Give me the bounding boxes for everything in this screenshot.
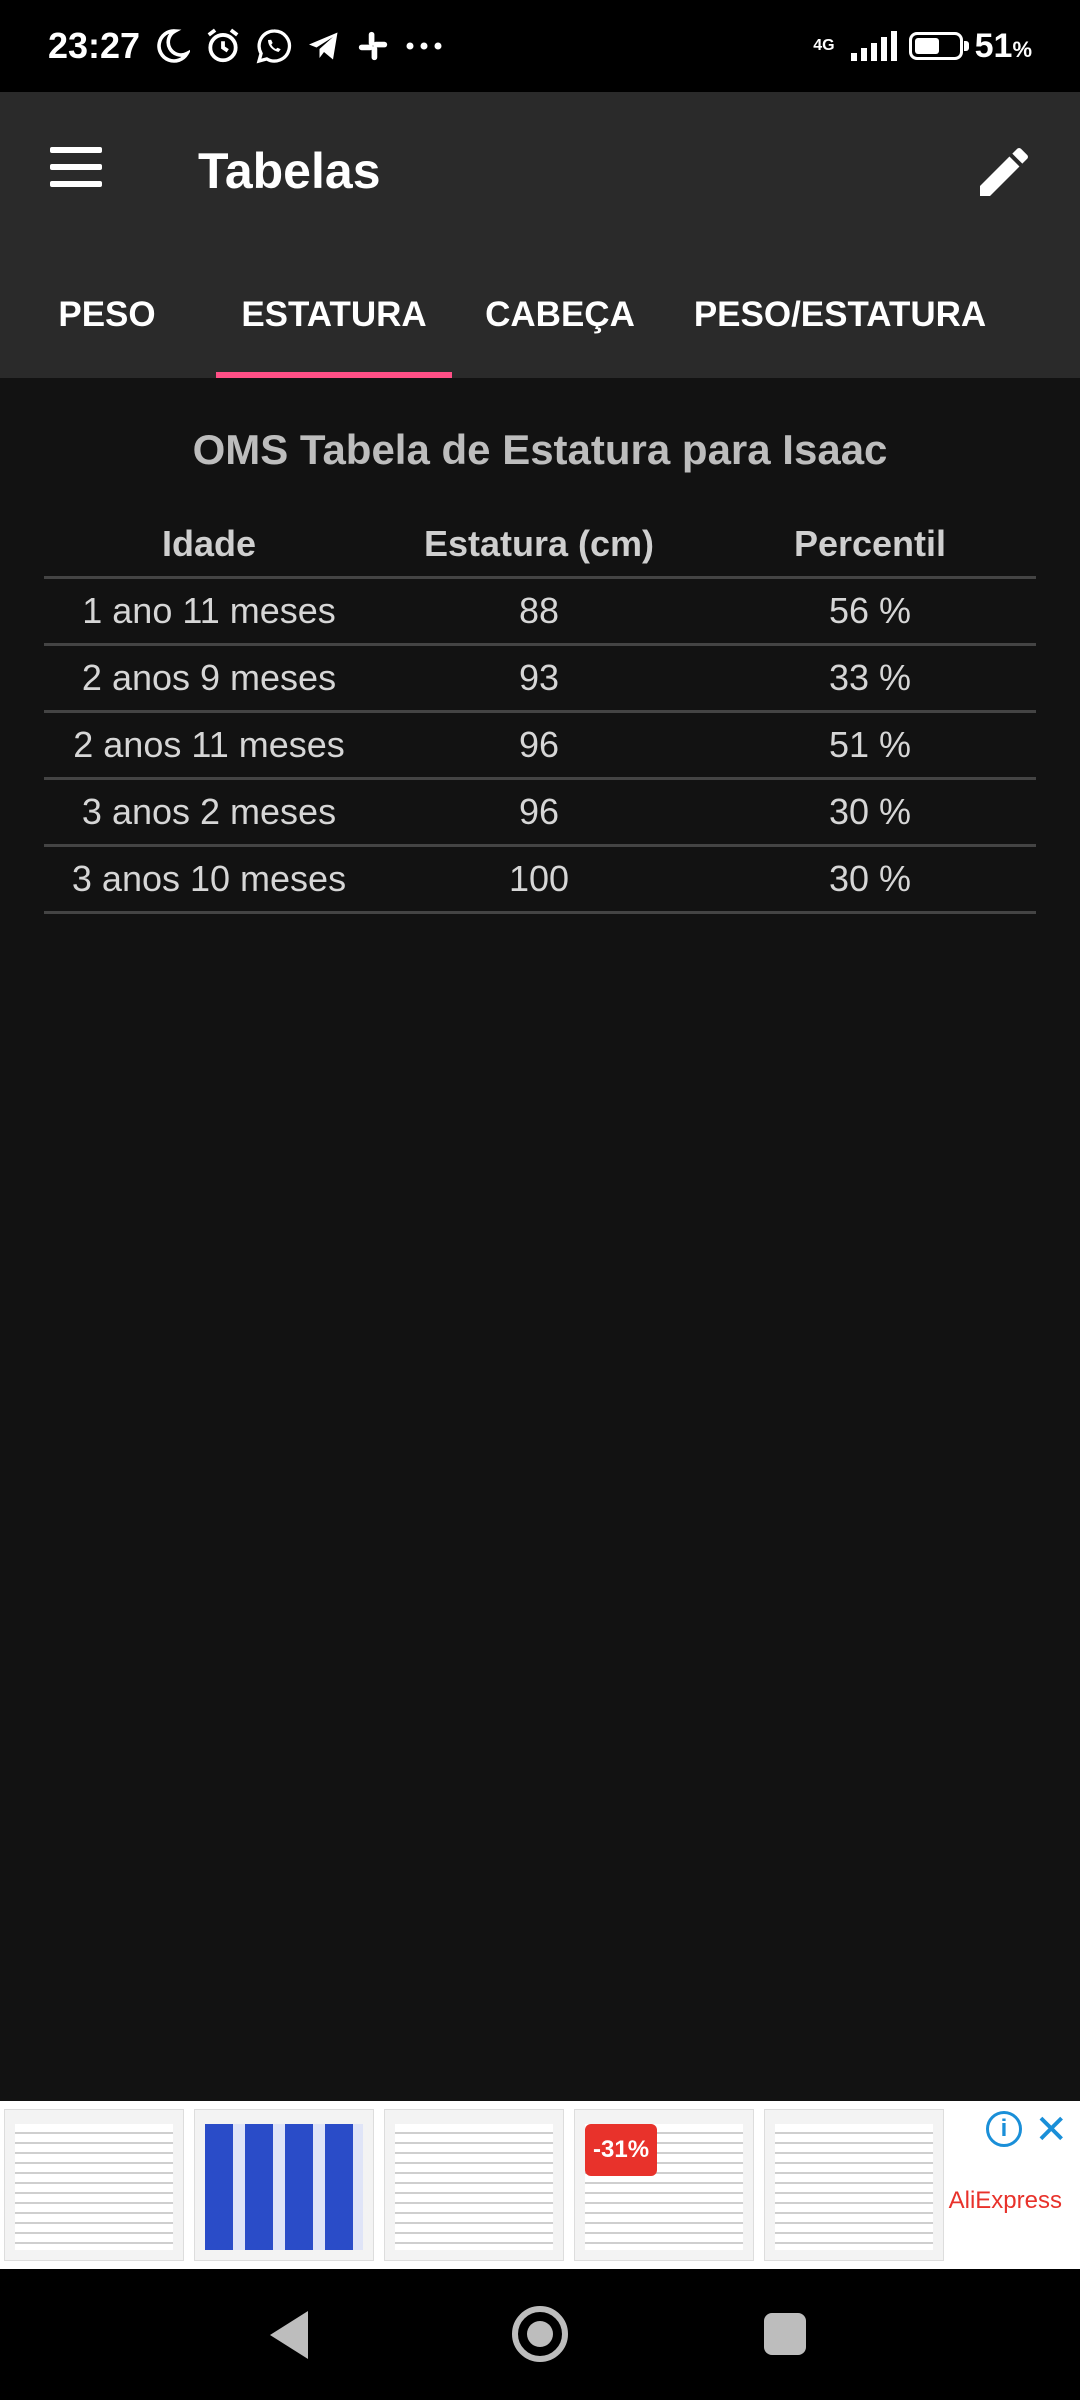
ad-product-image[interactable]: -31%: [574, 2109, 754, 2261]
recents-icon[interactable]: [764, 2313, 806, 2355]
cell-estatura: 88: [374, 577, 704, 646]
table-row: 2 anos 11 meses 96 51 %: [44, 711, 1036, 780]
pencil-icon[interactable]: [972, 140, 1036, 204]
status-bar: 23:27 4G 51%: [0, 0, 1080, 92]
ad-product-image[interactable]: [384, 2109, 564, 2261]
app-bar: Tabelas: [0, 92, 1080, 252]
table-row: 3 anos 2 meses 96 30 %: [44, 778, 1036, 847]
info-icon[interactable]: i: [986, 2111, 1022, 2147]
navigation-bar: [0, 2269, 1080, 2400]
alarm-icon: [207, 28, 239, 63]
tab-estatura[interactable]: ESTATURA: [216, 252, 452, 378]
table-row: 2 anos 9 meses 93 33 %: [44, 644, 1036, 713]
cell-percentil: 30 %: [704, 845, 1036, 914]
ad-product-image[interactable]: [764, 2109, 944, 2261]
whatsapp-icon: [256, 29, 292, 64]
system-indicators: 4G 51%: [813, 27, 1032, 66]
cell-estatura: 100: [374, 845, 704, 914]
moon-icon: [157, 29, 191, 63]
more-icon: [406, 42, 442, 50]
table-title: OMS Tabela de Estatura para Isaac: [192, 426, 888, 473]
cell-idade: 2 anos 9 meses: [44, 644, 374, 713]
cell-idade: 1 ano 11 meses: [44, 577, 374, 646]
cell-idade: 3 anos 10 meses: [44, 845, 374, 914]
ad-product-image[interactable]: [4, 2109, 184, 2261]
slack-icon: [358, 31, 388, 61]
cell-estatura: 96: [374, 778, 704, 847]
close-icon[interactable]: ✕: [1034, 2107, 1068, 2153]
cell-idade: 3 anos 2 meses: [44, 778, 374, 847]
signal-icon: [850, 31, 897, 61]
back-icon[interactable]: [270, 2311, 308, 2359]
tab-bar: PESO ESTATURA CABEÇA PESO/ESTATURA: [0, 252, 1080, 378]
tab-peso-estatura[interactable]: PESO/ESTATURA: [680, 252, 1000, 378]
ad-brand-logo[interactable]: AliExpress: [949, 2187, 1062, 2215]
battery-icon: [908, 32, 969, 60]
home-icon[interactable]: [512, 2306, 568, 2362]
menu-icon[interactable]: [50, 147, 102, 187]
page-title: Tabelas: [198, 143, 381, 199]
cell-idade: 2 anos 11 meses: [44, 711, 374, 780]
height-table: Idade Estatura (cm) Percentil 1 ano 11 m…: [44, 512, 1036, 914]
cell-estatura: 93: [374, 644, 704, 713]
telegram-icon: [309, 32, 338, 60]
cell-estatura: 96: [374, 711, 704, 780]
battery-percent: 51%: [974, 26, 1032, 65]
ad-banner[interactable]: -31% i ✕ AliExpress: [0, 2101, 1080, 2269]
cell-percentil: 30 %: [704, 778, 1036, 847]
tab-peso[interactable]: PESO: [30, 252, 184, 378]
tab-cabeca[interactable]: CABEÇA: [480, 252, 640, 378]
ad-product-image[interactable]: [194, 2109, 374, 2261]
network-type: 4G: [813, 37, 835, 54]
table-header-row: Idade Estatura (cm) Percentil: [44, 512, 1036, 579]
notification-icons: [154, 27, 444, 65]
discount-badge: -31%: [585, 2124, 658, 2176]
cell-percentil: 51 %: [704, 711, 1036, 780]
header-percentil: Percentil: [704, 512, 1036, 579]
table-row: 1 ano 11 meses 88 56 %: [44, 577, 1036, 646]
cell-percentil: 56 %: [704, 577, 1036, 646]
status-time: 23:27: [48, 25, 141, 66]
cell-percentil: 33 %: [704, 644, 1036, 713]
table-row: 3 anos 10 meses 100 30 %: [44, 845, 1036, 914]
header-idade: Idade: [44, 512, 374, 579]
header-estatura: Estatura (cm): [374, 512, 704, 579]
